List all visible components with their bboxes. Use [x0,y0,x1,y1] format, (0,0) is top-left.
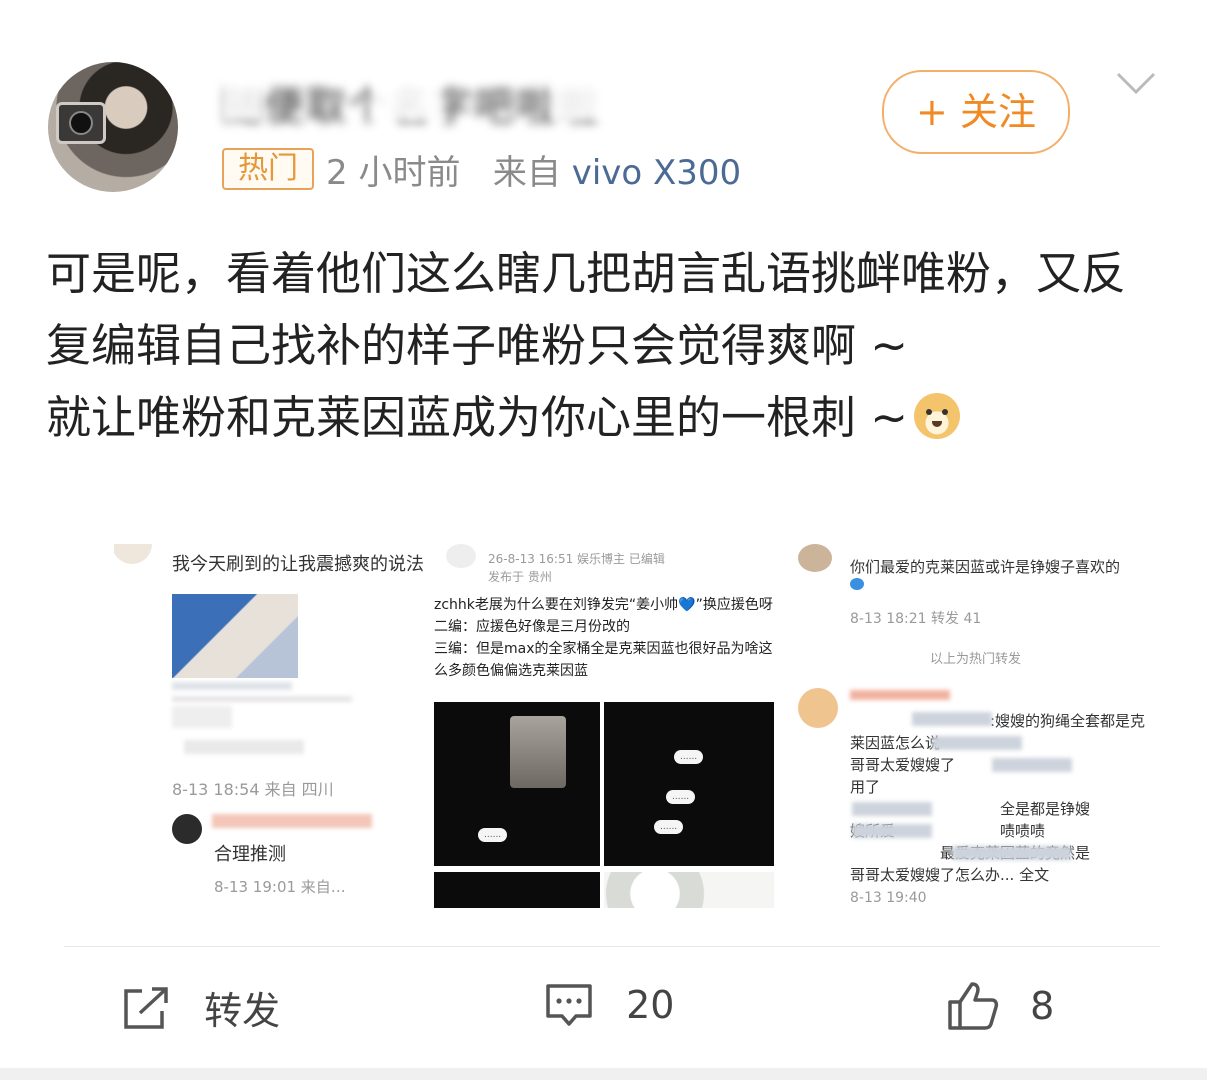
doge-emoji-icon [914,393,961,439]
img2-date: 26-8-13 16:51 娱乐博主 已编辑 [488,552,665,566]
img2-text-3: 三编：但是max的全家桶全是克莱因蓝也很好品为啥这么多颜色偏偏选克莱因蓝 [434,641,773,679]
blue-heart-icon [850,578,864,590]
img3-divider: 以上为热门转发 [930,652,1022,667]
like-button[interactable]: 8 [946,980,1054,1040]
repost-button[interactable]: 转发 [122,980,280,1040]
img1-reply: 合理推测 [214,844,286,865]
post-line-2: 就让唯粉和克莱因蓝成为你心里的一根刺 ~ [46,391,909,444]
repost-label: 转发 [204,989,281,1033]
follow-button[interactable]: + 关注 [882,70,1070,154]
comment-count: 20 [626,983,675,1027]
post-time: 2 小时前 [326,153,461,193]
post-text: 可是呢，看着他们这么瞎几把胡言乱语挑衅唯粉，又反复编辑自己找补的样子唯粉只会觉得… [46,238,1136,454]
thumbs-up-icon [948,982,999,1030]
img1-reply-meta: 8-13 19:01 来自… [214,878,346,896]
img3-text1: 你们最爱的克莱因蓝或许是铮嫂子喜欢的 [850,558,1121,576]
repost-icon [124,986,168,1029]
comment-button[interactable]: 20 [544,980,674,1040]
img3-meta2: 8-13 19:40 [850,890,927,906]
source-prefix: 来自 [492,153,561,193]
post-meta: 2 小时前 来自 vivo X300 [326,145,741,194]
like-count: 8 [1030,984,1055,1028]
img2-text: zchhk老展为什么要在刘铮发完“姜小帅💙”换应援色呀 二编：应援色好像是三月份… [434,594,774,682]
img1-caption: 我今天刷到的让我震撼爽的说法 [172,554,424,575]
image-3[interactable]: 你们最爱的克莱因蓝或许是铮嫂子喜欢的 8-13 18:21 转发 41 以上为热… [792,540,1164,908]
img3-meta1: 8-13 18:21 转发 41 [850,611,982,627]
image-grid: 我今天刷到的让我震撼爽的说法 8-13 18:54 来自 四川 合理推测 8-1… [64,540,1174,912]
img2-text-1: zchhk老展为什么要在刘铮发完“姜小帅💙”换应援色呀 [434,597,773,613]
divider [64,946,1160,947]
comment-icon [546,984,592,1026]
hot-badge: 热门 [222,148,314,190]
image-2[interactable]: 26-8-13 16:51 娱乐博主 已编辑 发布于 贵州 zchhk老展为什么… [434,540,774,908]
camera-in-avatar [56,102,106,144]
img1-photo [172,594,298,678]
chevron-down-icon[interactable] [1114,66,1158,102]
img2-loc: 发布于 贵州 [488,570,552,584]
source-device[interactable]: vivo X300 [572,153,742,193]
img1-meta: 8-13 18:54 来自 四川 [172,780,334,799]
avatar[interactable] [48,62,178,192]
image-1[interactable]: 我今天刷到的让我震撼爽的说法 8-13 18:54 来自 四川 合理推测 8-1… [114,540,466,908]
post-line-1: 可是呢，看着他们这么瞎几把胡言乱语挑衅唯粉，又反复编辑自己找补的样子唯粉只会觉得… [46,247,1127,372]
username[interactable]: 随便取个名字吧啦啦 [222,70,672,130]
img2-text-2: 二编：应援色好像是三月份改的 [434,619,630,635]
footer-strip [0,1068,1207,1080]
